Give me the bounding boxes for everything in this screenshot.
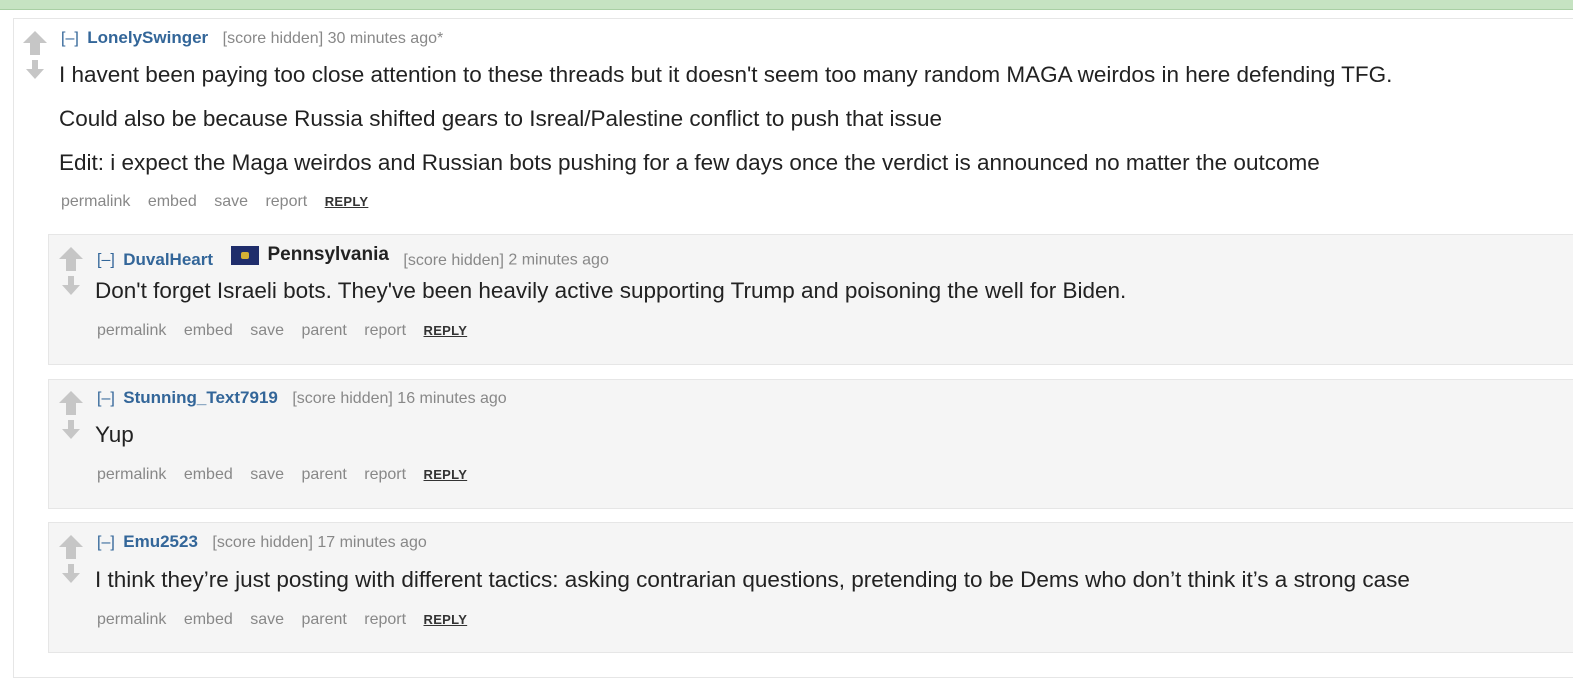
comment-actions: permalink embed save report REPLY bbox=[61, 193, 381, 211]
comment-timestamp: 16 minutes ago bbox=[397, 390, 507, 407]
parent-link[interactable]: parent bbox=[301, 322, 346, 339]
author-link[interactable]: Stunning_Text7919 bbox=[123, 388, 278, 407]
downvote-arrow-icon[interactable] bbox=[62, 564, 80, 583]
report-link[interactable]: report bbox=[364, 322, 406, 339]
comment-tagline: [–] LonelySwinger [score hidden] 30 minu… bbox=[61, 28, 443, 48]
permalink-link[interactable]: permalink bbox=[97, 611, 166, 628]
score-hidden: [score hidden] bbox=[212, 534, 313, 551]
score-hidden: [score hidden] bbox=[403, 251, 504, 269]
permalink-link[interactable]: permalink bbox=[97, 322, 166, 339]
permalink-link[interactable]: permalink bbox=[61, 193, 130, 210]
top-bar bbox=[0, 0, 1573, 10]
collapse-toggle[interactable]: [–] bbox=[61, 30, 79, 47]
comment-tagline: [–] Stunning_Text7919 [score hidden] 16 … bbox=[97, 388, 507, 408]
comment-timestamp: 17 minutes ago bbox=[317, 534, 427, 551]
user-flair: Pennsylvania bbox=[231, 244, 389, 266]
upvote-arrow-icon[interactable] bbox=[22, 30, 48, 56]
save-link[interactable]: save bbox=[250, 466, 284, 483]
report-link[interactable]: report bbox=[265, 193, 307, 210]
comment-paragraph: I think they’re just posting with differ… bbox=[95, 567, 1410, 592]
comment-paragraph: Could also be because Russia shifted gea… bbox=[59, 106, 943, 131]
downvote-arrow-icon[interactable] bbox=[26, 60, 44, 79]
reply-button[interactable]: REPLY bbox=[424, 467, 468, 482]
collapse-toggle[interactable]: [–] bbox=[97, 390, 115, 407]
save-link[interactable]: save bbox=[250, 322, 284, 339]
comment-paragraph: I havent been paying too close attention… bbox=[59, 62, 1393, 87]
author-link[interactable]: DuvalHeart bbox=[123, 250, 213, 269]
comment-tagline: [–] Emu2523 [score hidden] 17 minutes ag… bbox=[97, 532, 427, 552]
upvote-arrow-icon[interactable] bbox=[58, 246, 84, 272]
score-hidden: [score hidden] bbox=[222, 30, 324, 47]
collapse-toggle[interactable]: [–] bbox=[97, 252, 115, 269]
comment-actions: permalink embed save parent report REPLY bbox=[97, 611, 480, 629]
comment-timestamp: 2 minutes ago bbox=[508, 251, 609, 269]
comment-actions: permalink embed save parent report REPLY bbox=[97, 322, 480, 340]
reply-button[interactable]: REPLY bbox=[424, 323, 468, 338]
collapse-toggle[interactable]: [–] bbox=[97, 534, 115, 551]
comment-timestamp: 30 minutes ago* bbox=[327, 30, 444, 47]
save-link[interactable]: save bbox=[214, 193, 248, 210]
parent-link[interactable]: parent bbox=[301, 611, 346, 628]
comment-paragraph: Edit: i expect the Maga weirdos and Russ… bbox=[59, 150, 1320, 175]
embed-link[interactable]: embed bbox=[184, 611, 233, 628]
save-link[interactable]: save bbox=[250, 611, 284, 628]
comment-actions: permalink embed save parent report REPLY bbox=[97, 466, 480, 484]
reply-button[interactable]: REPLY bbox=[424, 612, 468, 627]
permalink-link[interactable]: permalink bbox=[97, 466, 166, 483]
pennsylvania-flag-icon bbox=[231, 245, 260, 265]
upvote-arrow-icon[interactable] bbox=[58, 534, 84, 560]
comment-paragraph: Don't forget Israeli bots. They've been … bbox=[95, 278, 1127, 303]
downvote-arrow-icon[interactable] bbox=[62, 276, 80, 295]
downvote-arrow-icon[interactable] bbox=[62, 420, 80, 439]
author-link[interactable]: Emu2523 bbox=[123, 532, 198, 551]
embed-link[interactable]: embed bbox=[184, 466, 233, 483]
report-link[interactable]: report bbox=[364, 611, 406, 628]
flair-text: Pennsylvania bbox=[267, 244, 389, 265]
score-hidden: [score hidden] bbox=[292, 390, 393, 407]
comment-paragraph: Yup bbox=[95, 422, 134, 447]
reply-button[interactable]: REPLY bbox=[325, 194, 369, 209]
upvote-arrow-icon[interactable] bbox=[58, 390, 84, 416]
embed-link[interactable]: embed bbox=[148, 193, 197, 210]
author-link[interactable]: LonelySwinger bbox=[87, 28, 208, 47]
report-link[interactable]: report bbox=[364, 466, 406, 483]
parent-link[interactable]: parent bbox=[301, 466, 346, 483]
comment-tagline: [–] DuvalHeart Pennsylvania [score hidde… bbox=[97, 244, 609, 270]
embed-link[interactable]: embed bbox=[184, 322, 233, 339]
